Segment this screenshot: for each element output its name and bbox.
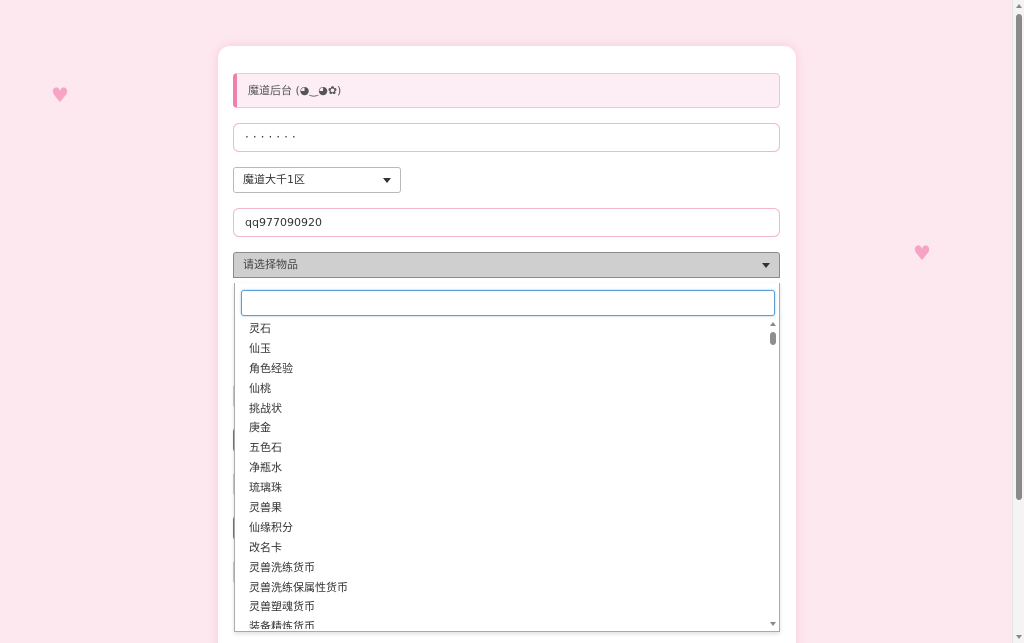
page-title: 魔道后台 (◕‿◕✿) xyxy=(233,73,780,108)
dropdown-option[interactable]: 仙玉 xyxy=(235,339,769,359)
dropdown-option[interactable]: 灵兽洗练保属性货币 xyxy=(235,578,769,598)
heart-decoration-icon: ♥ xyxy=(913,241,931,265)
dropdown-scrollbar[interactable] xyxy=(768,319,778,629)
dropdown-search-input[interactable] xyxy=(241,290,775,316)
dropdown-option[interactable]: 角色经验 xyxy=(235,359,769,379)
scroll-up-arrow-icon[interactable] xyxy=(1016,4,1022,8)
dropdown-option[interactable]: 五色石 xyxy=(235,438,769,458)
dropdown-option[interactable]: 灵兽塑魂货币 xyxy=(235,597,769,617)
chevron-down-icon xyxy=(383,178,391,183)
dropdown-option[interactable]: 挑战状 xyxy=(235,399,769,419)
item-dropdown: 灵石 仙玉 角色经验 仙桃 挑战状 庚金 五色石 净瓶水 琉璃珠 灵兽果 仙缘积分 改名卡 灵兽洗练货币… xyxy=(234,283,780,632)
scrollbar-thumb[interactable] xyxy=(1016,14,1022,500)
dropdown-option[interactable]: 庚金 xyxy=(235,418,769,438)
scroll-up-arrow-icon[interactable] xyxy=(770,322,776,326)
account-field[interactable]: qq977090920 xyxy=(233,208,780,237)
heart-decoration-icon: ♥ xyxy=(51,83,69,107)
password-field[interactable]: ······· xyxy=(233,123,780,152)
scrollbar-thumb[interactable] xyxy=(770,332,776,345)
chevron-down-icon xyxy=(762,263,770,268)
item-select[interactable]: 请选择物品 xyxy=(233,252,780,278)
server-select[interactable]: 魔道大千1区 xyxy=(233,167,401,193)
scroll-down-arrow-icon[interactable] xyxy=(770,622,776,626)
dropdown-option[interactable]: 灵兽果 xyxy=(235,498,769,518)
dropdown-option[interactable]: 净瓶水 xyxy=(235,458,769,478)
dropdown-option[interactable]: 改名卡 xyxy=(235,538,769,558)
scroll-down-arrow-icon[interactable] xyxy=(1016,635,1022,639)
page-scrollbar[interactable] xyxy=(1012,0,1024,643)
item-select-placeholder: 请选择物品 xyxy=(243,258,298,271)
dropdown-option[interactable]: 灵兽洗练货币 xyxy=(235,558,769,578)
dropdown-option[interactable]: 装备精炼货币 xyxy=(235,617,769,629)
dropdown-option[interactable]: 灵石 xyxy=(235,319,769,339)
dropdown-option[interactable]: 仙桃 xyxy=(235,379,769,399)
dropdown-option[interactable]: 琉璃珠 xyxy=(235,478,769,498)
dropdown-option[interactable]: 仙缘积分 xyxy=(235,518,769,538)
dropdown-option-list: 灵石 仙玉 角色经验 仙桃 挑战状 庚金 五色石 净瓶水 琉璃珠 灵兽果 仙缘积分 改名卡 灵兽洗练货币… xyxy=(235,319,769,629)
server-select-value: 魔道大千1区 xyxy=(243,173,305,186)
